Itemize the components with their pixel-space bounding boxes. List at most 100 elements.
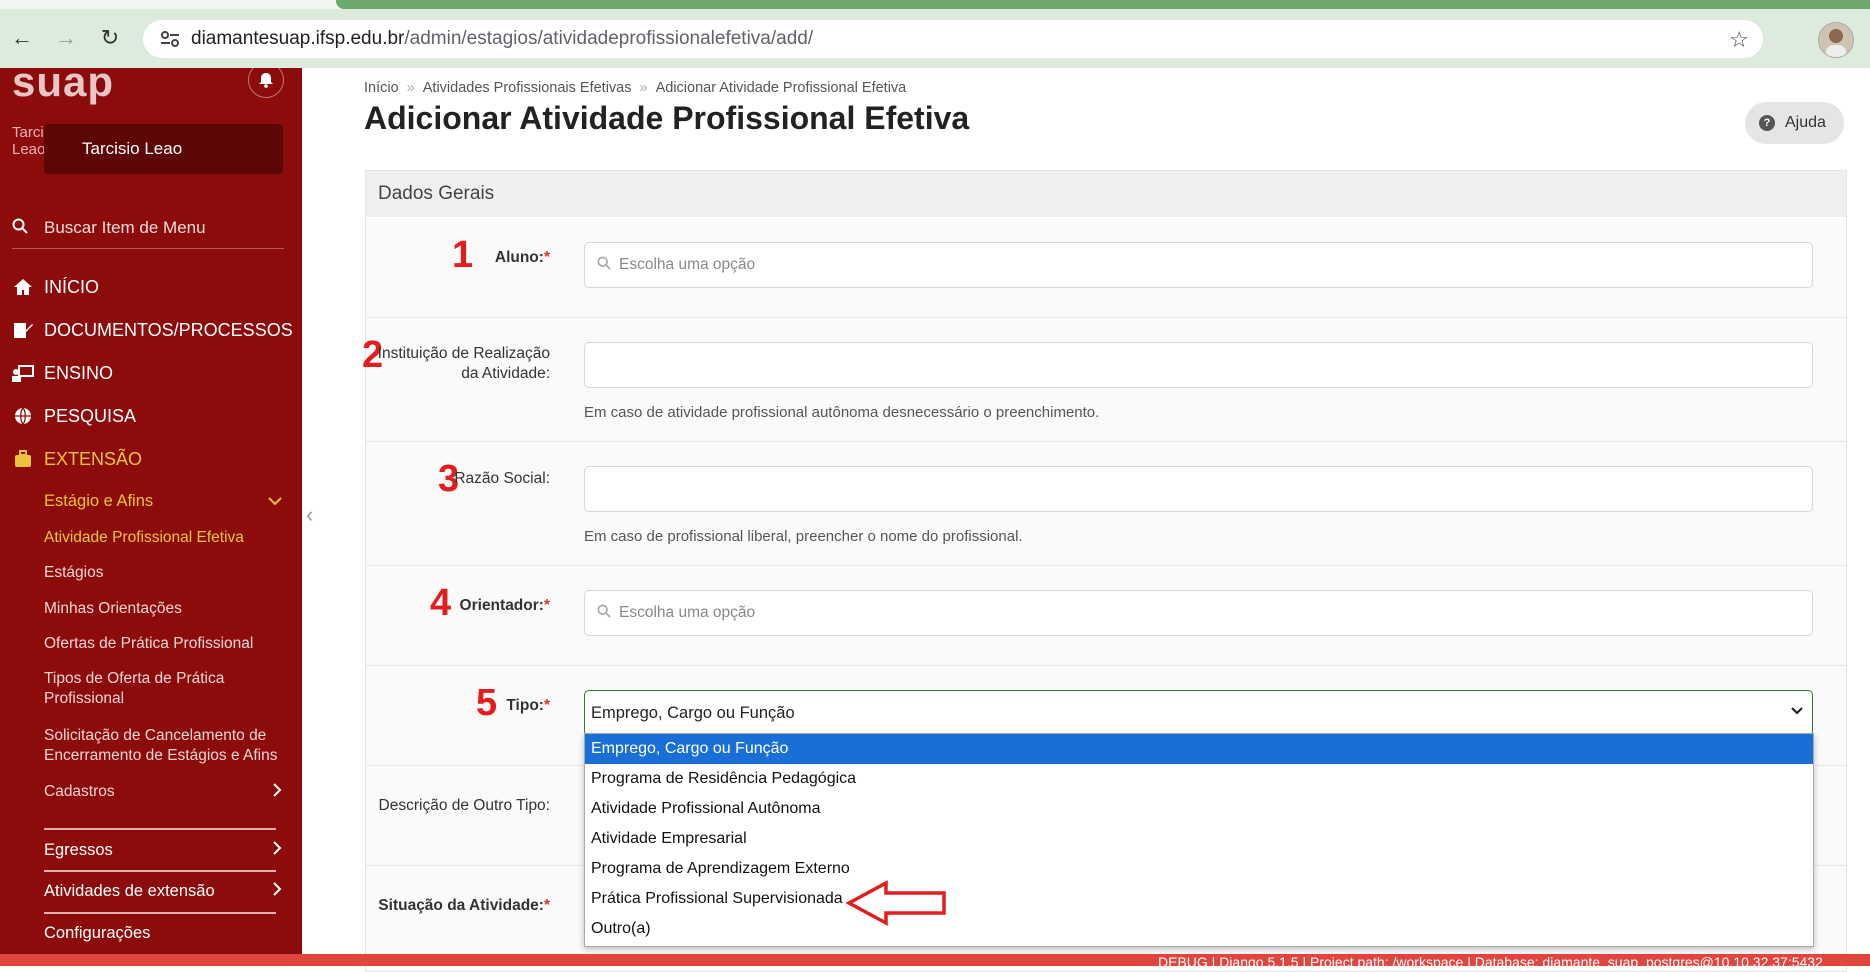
tipo-selected-value: Emprego, Cargo ou Função <box>591 703 795 722</box>
menu-search[interactable]: Buscar Item de Menu <box>12 208 284 249</box>
panel-title: Dados Gerais <box>366 171 1846 217</box>
razao-label: Razão Social: <box>454 470 550 487</box>
globe-icon <box>12 405 34 427</box>
submenu-item-orientacoes[interactable]: Minhas Orientações <box>44 599 284 619</box>
tipo-label: Tipo:* <box>506 696 550 716</box>
tab-strip <box>0 0 1870 9</box>
section-atividades-extensao[interactable]: Atividades de extensão <box>44 882 282 901</box>
reload-icon[interactable]: ↻ <box>94 22 126 54</box>
sidebar-divider <box>44 912 276 914</box>
url-text: diamantesuap.ifsp.edu.br/admin/estagios/… <box>191 28 813 50</box>
orientador-label: Orientador:* <box>460 596 550 616</box>
forward-icon[interactable]: → <box>50 22 82 54</box>
back-icon[interactable]: ← <box>6 22 38 54</box>
sidebar-divider <box>44 870 276 872</box>
address-bar[interactable]: diamantesuap.ifsp.edu.br/admin/estagios/… <box>143 20 1763 58</box>
breadcrumb-item[interactable]: Atividades Profissionais Efetivas <box>423 80 632 96</box>
menu-item-documentos[interactable]: DOCUMENTOS/PROCESSOS <box>12 319 293 341</box>
search-icon <box>12 218 28 239</box>
tipo-option[interactable]: Atividade Profissional Autônoma <box>585 794 1813 824</box>
help-label: Ajuda <box>1785 114 1826 131</box>
question-icon: ? <box>1759 115 1775 131</box>
aluno-select[interactable]: Escolha uma opção <box>584 242 1813 288</box>
required-mark: * <box>543 249 550 266</box>
tipo-option[interactable]: Programa de Aprendizagem Externo <box>585 854 1813 884</box>
section-egressos[interactable]: Egressos <box>44 841 282 860</box>
situacao-label-text: Situação da Atividade: <box>378 897 544 914</box>
menu-item-label: INÍCIO <box>44 276 100 297</box>
teacher-icon <box>12 362 34 384</box>
row-orientador: 4 Orientador:* Escolha uma opção <box>366 566 1846 666</box>
profile-avatar[interactable] <box>1818 22 1854 58</box>
instituicao-label: Instituição de Realização da Atividade: <box>378 344 550 384</box>
annotation-number: 5 <box>476 682 498 724</box>
sidebar-collapse-icon[interactable]: ‹ <box>306 502 313 528</box>
user-name[interactable]: Tarcisio Leao <box>44 124 283 174</box>
search-icon <box>597 255 611 275</box>
tipo-option[interactable]: Emprego, Cargo ou Função <box>585 734 1813 764</box>
menu-item-ensino[interactable]: ENSINO <box>12 362 113 384</box>
situacao-label: Situação da Atividade:* <box>378 896 550 916</box>
submenu-item-tipos-oferta[interactable]: Tipos de Oferta de Prática Profissional <box>44 669 284 709</box>
notification-bell-icon[interactable] <box>248 68 284 98</box>
site-settings-icon[interactable] <box>159 28 181 50</box>
tipo-dropdown-list: Emprego, Cargo ou Função Programa de Res… <box>584 733 1814 947</box>
menu-item-label: EXTENSÃO <box>44 448 143 469</box>
sidebar: suap Tarcisio Leao Tarcisio Leao Buscar … <box>0 68 302 954</box>
required-mark: * <box>543 597 550 614</box>
debug-text: DEBUG | Django 5.1.5 | Project path: /wo… <box>1158 954 1823 966</box>
instituicao-input[interactable] <box>584 342 1813 388</box>
menu-item-inicio[interactable]: INÍCIO <box>12 276 99 298</box>
menu-item-pesquisa[interactable]: PESQUISA <box>12 405 136 427</box>
menu-item-label: PESQUISA <box>44 405 137 426</box>
submenu-item-cadastros[interactable]: Cadastros <box>44 783 282 802</box>
submenu-item-cancelamento[interactable]: Solicitação de Cancelamento de Encerrame… <box>44 726 284 766</box>
annotation-arrow-icon <box>845 880 948 931</box>
tipo-select[interactable]: Emprego, Cargo ou Função <box>584 690 1813 736</box>
suap-logo[interactable]: suap <box>12 68 114 106</box>
bookmark-star-icon[interactable]: ☆ <box>1729 27 1749 53</box>
menu-item-extensao[interactable]: EXTENSÃO <box>12 448 142 470</box>
aluno-label: Aluno:* <box>495 248 550 268</box>
tipo-option[interactable]: Programa de Residência Pedagógica <box>585 764 1813 794</box>
cadastros-label: Cadastros <box>44 783 115 800</box>
user-avatar[interactable]: Tarcisio Leao <box>12 124 63 158</box>
descricao-label: Descrição de Outro Tipo: <box>378 797 550 814</box>
browser-toolbar: ← → ↻ diamantesuap.ifsp.edu.br/admin/est… <box>0 0 1870 68</box>
instituicao-help: Em caso de atividade profissional autôno… <box>584 404 1100 421</box>
chevron-down-icon <box>1790 703 1804 721</box>
section-configuracoes[interactable]: Configurações <box>44 924 282 943</box>
tipo-option[interactable]: Outro(a) <box>585 914 1813 944</box>
section-label: Atividades de extensão <box>44 882 215 900</box>
row-razao-social: 3 Razão Social: Em caso de profissional … <box>366 442 1846 566</box>
breadcrumb-item[interactable]: Início <box>364 80 399 96</box>
tipo-option[interactable]: Prática Profissional Supervisionada <box>585 884 1813 914</box>
submenu-estagio[interactable]: Estágio e Afins <box>44 492 282 511</box>
chevron-down-icon <box>268 492 282 511</box>
breadcrumb-item: Adicionar Atividade Profissional Efetiva <box>655 80 907 96</box>
submenu-item-ofertas[interactable]: Ofertas de Prática Profissional <box>44 634 284 654</box>
row-aluno: 1 Aluno:* Escolha uma opção <box>366 218 1846 318</box>
row-instituicao: 2 Instituição de Realização da Atividade:… <box>362 318 1846 442</box>
tipo-option[interactable]: Atividade Empresarial <box>585 824 1813 854</box>
razao-social-input[interactable] <box>584 466 1813 512</box>
submenu-header-label: Estágio e Afins <box>44 492 154 510</box>
orientador-select[interactable]: Escolha uma opção <box>584 590 1813 636</box>
required-mark: * <box>543 697 550 714</box>
annotation-number: 1 <box>452 234 474 276</box>
debug-bar: DEBUG | Django 5.1.5 | Project path: /wo… <box>0 954 1870 966</box>
home-icon <box>12 276 34 298</box>
search-placeholder: Buscar Item de Menu <box>44 218 206 237</box>
active-tab[interactable] <box>336 0 1870 9</box>
chevron-right-icon <box>272 841 282 860</box>
submenu-item-estagios[interactable]: Estágios <box>44 563 284 583</box>
page-title: Adicionar Atividade Profissional Efetiva <box>364 100 970 136</box>
menu-item-label: DOCUMENTOS/PROCESSOS <box>44 319 293 340</box>
aluno-label-text: Aluno: <box>494 249 544 266</box>
submenu-item-atividade[interactable]: Atividade Profissional Efetiva <box>44 528 284 548</box>
instituicao-label-line1: Instituição de Realização <box>377 345 550 362</box>
tipo-label-text: Tipo: <box>506 697 544 714</box>
briefcase-icon <box>12 448 34 470</box>
help-button[interactable]: ? Ajuda <box>1745 102 1844 144</box>
chevron-right-icon <box>272 882 282 901</box>
